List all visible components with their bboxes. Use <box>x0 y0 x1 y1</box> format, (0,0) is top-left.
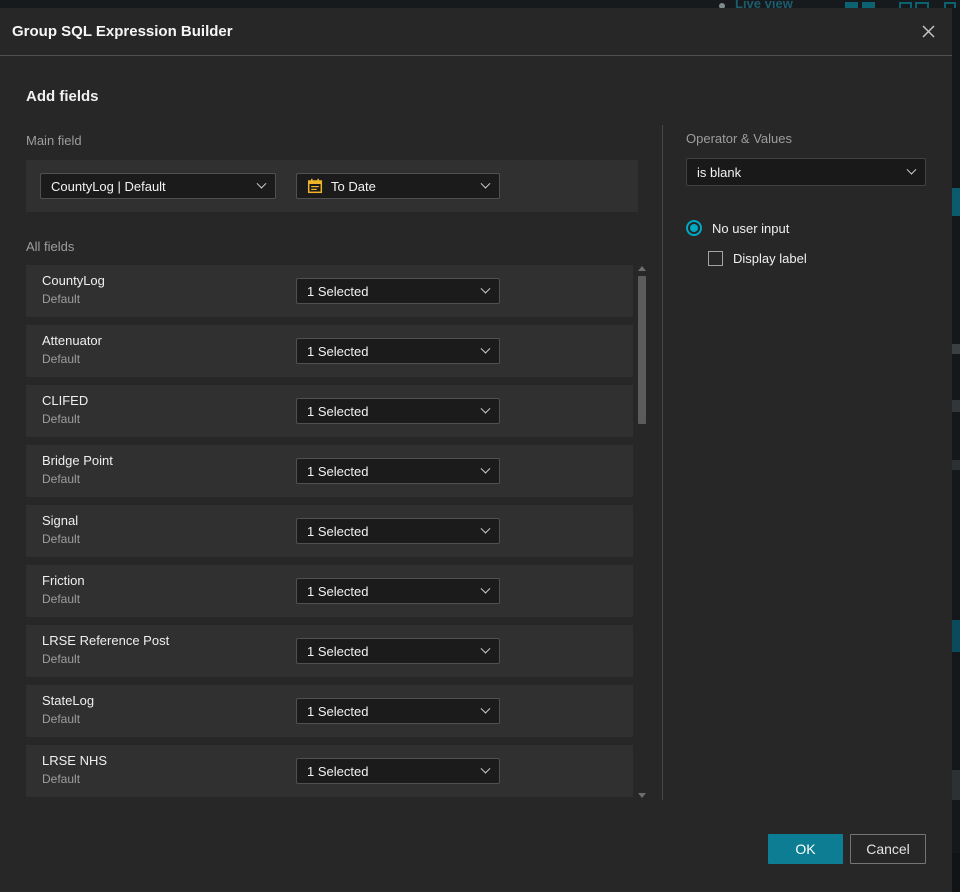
background-app-topbar: Live view <box>0 0 960 8</box>
field-selected-dropdown[interactable]: 1 Selected <box>296 638 500 664</box>
scrollbar-thumb[interactable] <box>638 276 646 424</box>
field-row: Signal Default 1 Selected <box>26 505 633 557</box>
field-selected-value: 1 Selected <box>307 583 369 599</box>
field-name: CountyLog <box>42 273 105 288</box>
field-name: Signal <box>42 513 79 528</box>
field-name: LRSE NHS <box>42 753 108 768</box>
field-row: StateLog Default 1 Selected <box>26 685 633 737</box>
panel-divider <box>662 125 663 800</box>
field-selected-value: 1 Selected <box>307 763 369 779</box>
cancel-button[interactable]: Cancel <box>850 834 926 864</box>
field-name: LRSE Reference Post <box>42 633 170 648</box>
field-selected-dropdown[interactable]: 1 Selected <box>296 278 500 304</box>
scroll-down-arrow-icon[interactable] <box>638 793 646 798</box>
field-selected-dropdown[interactable]: 1 Selected <box>296 458 500 484</box>
main-field-select-value: CountyLog | Default <box>51 178 166 194</box>
field-subtitle: Default <box>42 652 81 666</box>
chevron-down-icon <box>480 523 491 534</box>
operator-select[interactable]: is blank <box>686 158 926 186</box>
no-user-input-radio[interactable]: No user input <box>686 220 789 236</box>
display-label-checkbox[interactable]: Display label <box>708 251 807 266</box>
field-selected-value: 1 Selected <box>307 463 369 479</box>
calendar-date-icon <box>307 178 323 194</box>
field-subtitle: Default <box>42 592 81 606</box>
operator-values-label: Operator & Values <box>686 131 792 146</box>
operator-select-value: is blank <box>697 164 742 180</box>
field-row: Attenuator Default 1 Selected <box>26 325 633 377</box>
field-name: CLIFED <box>42 393 89 408</box>
all-fields-list: CountyLog Default 1 Selected Attenuator … <box>26 265 633 805</box>
field-row: LRSE Reference Post Default 1 Selected <box>26 625 633 677</box>
no-user-input-label: No user input <box>712 220 790 236</box>
field-row: Friction Default 1 Selected <box>26 565 633 617</box>
field-row: CountyLog Default 1 Selected <box>26 265 633 317</box>
checkbox-unchecked-icon <box>708 251 723 266</box>
field-subtitle: Default <box>42 772 81 786</box>
field-name: Friction <box>42 573 85 588</box>
display-label-label: Display label <box>733 251 807 266</box>
close-icon[interactable] <box>916 20 940 44</box>
field-subtitle: Default <box>42 472 81 486</box>
field-selected-value: 1 Selected <box>307 643 369 659</box>
field-selected-dropdown[interactable]: 1 Selected <box>296 398 500 424</box>
field-name: Bridge Point <box>42 453 113 468</box>
field-selected-dropdown[interactable]: 1 Selected <box>296 758 500 784</box>
chevron-down-icon <box>906 164 917 175</box>
chevron-down-icon <box>480 283 491 294</box>
main-field-select[interactable]: CountyLog | Default <box>40 173 276 199</box>
add-fields-heading: Add fields <box>26 88 99 105</box>
field-selected-value: 1 Selected <box>307 403 369 419</box>
chevron-down-icon <box>480 178 491 189</box>
dialog-header: Group SQL Expression Builder <box>0 8 952 56</box>
ok-button[interactable]: OK <box>768 834 843 864</box>
chevron-down-icon <box>480 403 491 414</box>
radio-selected-icon <box>686 220 702 236</box>
chevron-down-icon <box>256 178 267 189</box>
field-subtitle: Default <box>42 412 81 426</box>
list-scrollbar[interactable] <box>638 265 646 805</box>
field-selected-dropdown[interactable]: 1 Selected <box>296 578 500 604</box>
field-selected-value: 1 Selected <box>307 703 369 719</box>
main-field-label: Main field <box>26 133 82 148</box>
all-fields-label: All fields <box>26 239 75 254</box>
field-selected-value: 1 Selected <box>307 283 369 299</box>
field-selected-dropdown[interactable]: 1 Selected <box>296 518 500 544</box>
field-subtitle: Default <box>42 292 81 306</box>
live-view-label: Live view <box>735 0 793 8</box>
main-field-value-select[interactable]: To Date <box>296 173 500 199</box>
field-selected-dropdown[interactable]: 1 Selected <box>296 338 500 364</box>
field-name: StateLog <box>42 693 95 708</box>
chevron-down-icon <box>480 763 491 774</box>
dialog-title: Group SQL Expression Builder <box>12 23 233 40</box>
background-app-right-sliver <box>952 8 960 892</box>
scroll-up-arrow-icon[interactable] <box>638 266 646 271</box>
field-selected-dropdown[interactable]: 1 Selected <box>296 698 500 724</box>
chevron-down-icon <box>480 463 491 474</box>
field-row: LRSE NHS Default 1 Selected <box>26 745 633 797</box>
field-subtitle: Default <box>42 712 81 726</box>
field-subtitle: Default <box>42 532 81 546</box>
field-row: CLIFED Default 1 Selected <box>26 385 633 437</box>
group-sql-expression-builder-dialog: Group SQL Expression Builder Add fields … <box>0 8 952 892</box>
main-field-value-select-value: To Date <box>331 178 376 194</box>
main-field-container: CountyLog | Default To Date <box>26 160 638 212</box>
field-subtitle: Default <box>42 352 81 366</box>
field-name: Attenuator <box>42 333 102 348</box>
field-selected-value: 1 Selected <box>307 343 369 359</box>
chevron-down-icon <box>480 583 491 594</box>
chevron-down-icon <box>480 703 491 714</box>
field-selected-value: 1 Selected <box>307 523 369 539</box>
chevron-down-icon <box>480 343 491 354</box>
field-row: Bridge Point Default 1 Selected <box>26 445 633 497</box>
chevron-down-icon <box>480 643 491 654</box>
